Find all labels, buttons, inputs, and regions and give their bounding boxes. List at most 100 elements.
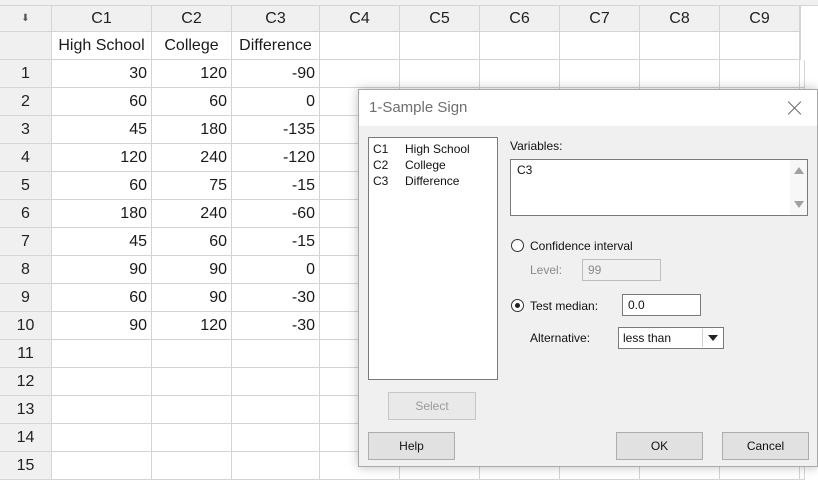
- data-cell[interactable]: [152, 340, 232, 368]
- data-cell[interactable]: [232, 424, 320, 452]
- column-name-cell[interactable]: [720, 32, 800, 60]
- data-cell[interactable]: 75: [152, 172, 232, 200]
- row-header[interactable]: 10: [0, 312, 52, 340]
- close-icon[interactable]: [787, 100, 803, 116]
- data-cell[interactable]: 60: [52, 284, 152, 312]
- row-header[interactable]: 2: [0, 88, 52, 116]
- cancel-button[interactable]: Cancel: [722, 432, 809, 460]
- column-name-cell[interactable]: College: [152, 32, 232, 60]
- data-cell[interactable]: 0: [232, 88, 320, 116]
- data-cell[interactable]: [52, 340, 152, 368]
- data-cell[interactable]: 90: [152, 256, 232, 284]
- column-name-cell[interactable]: [640, 32, 720, 60]
- column-header[interactable]: C7: [560, 6, 640, 32]
- row-header[interactable]: 13: [0, 396, 52, 424]
- data-cell[interactable]: 60: [52, 172, 152, 200]
- data-cell[interactable]: -15: [232, 228, 320, 256]
- data-cell[interactable]: 60: [152, 228, 232, 256]
- column-header[interactable]: C9: [720, 6, 800, 32]
- column-header[interactable]: C2: [152, 6, 232, 32]
- scroll-down-icon[interactable]: [794, 201, 804, 208]
- variable-list[interactable]: C1 High School C2 College C3 Difference: [368, 137, 498, 380]
- data-cell[interactable]: -120: [232, 144, 320, 172]
- data-cell[interactable]: [400, 60, 480, 88]
- data-cell[interactable]: 120: [52, 144, 152, 172]
- data-cell[interactable]: [720, 60, 800, 88]
- data-cell[interactable]: 60: [152, 88, 232, 116]
- data-cell[interactable]: -60: [232, 200, 320, 228]
- column-header[interactable]: C4: [320, 6, 400, 32]
- ok-button[interactable]: OK: [616, 432, 703, 460]
- column-name-cell[interactable]: High School: [52, 32, 152, 60]
- variable-list-item[interactable]: C1 High School: [369, 142, 497, 158]
- data-cell[interactable]: 180: [152, 116, 232, 144]
- data-cell[interactable]: 45: [52, 228, 152, 256]
- data-cell[interactable]: 120: [152, 60, 232, 88]
- row-header[interactable]: 14: [0, 424, 52, 452]
- data-cell[interactable]: 0: [232, 256, 320, 284]
- column-header-empty[interactable]: [800, 6, 801, 32]
- column-name-cell[interactable]: [400, 32, 480, 60]
- data-cell[interactable]: [232, 340, 320, 368]
- row-header[interactable]: 15: [0, 452, 52, 480]
- data-cell[interactable]: [800, 60, 805, 88]
- data-cell[interactable]: [52, 396, 152, 424]
- data-cell[interactable]: [480, 60, 560, 88]
- data-cell[interactable]: [232, 396, 320, 424]
- test-median-field[interactable]: 0.0: [622, 294, 701, 316]
- data-cell[interactable]: [152, 452, 232, 480]
- data-cell[interactable]: [52, 452, 152, 480]
- variable-list-item[interactable]: C3 Difference: [369, 174, 497, 190]
- variables-scrollbar[interactable]: [790, 160, 807, 215]
- row-header[interactable]: 8: [0, 256, 52, 284]
- data-cell[interactable]: [560, 60, 640, 88]
- alternative-select[interactable]: less than: [618, 327, 724, 349]
- row-header[interactable]: 4: [0, 144, 52, 172]
- data-cell[interactable]: [152, 424, 232, 452]
- data-cell[interactable]: 90: [52, 312, 152, 340]
- data-cell[interactable]: 90: [152, 284, 232, 312]
- data-cell[interactable]: 120: [152, 312, 232, 340]
- confidence-interval-radio[interactable]: [511, 239, 524, 252]
- data-cell[interactable]: -30: [232, 284, 320, 312]
- data-cell[interactable]: [152, 396, 232, 424]
- data-cell[interactable]: -135: [232, 116, 320, 144]
- data-cell[interactable]: [52, 424, 152, 452]
- test-median-radio[interactable]: [511, 299, 524, 312]
- column-header[interactable]: C3: [232, 6, 320, 32]
- column-header[interactable]: C8: [640, 6, 720, 32]
- data-cell[interactable]: 30: [52, 60, 152, 88]
- column-name-cell[interactable]: [320, 32, 400, 60]
- row-header[interactable]: 11: [0, 340, 52, 368]
- data-cell[interactable]: [232, 452, 320, 480]
- column-name-cell[interactable]: Difference: [232, 32, 320, 60]
- variable-list-item[interactable]: C2 College: [369, 158, 497, 174]
- data-cell[interactable]: -15: [232, 172, 320, 200]
- column-header[interactable]: C5: [400, 6, 480, 32]
- column-header[interactable]: C1: [52, 6, 152, 32]
- data-cell[interactable]: [232, 368, 320, 396]
- help-button[interactable]: Help: [368, 432, 455, 460]
- row-header[interactable]: 5: [0, 172, 52, 200]
- column-name-cell[interactable]: [480, 32, 560, 60]
- row-header[interactable]: 6: [0, 200, 52, 228]
- data-cell[interactable]: 60: [52, 88, 152, 116]
- scroll-up-icon[interactable]: [794, 167, 804, 174]
- data-cell[interactable]: 90: [52, 256, 152, 284]
- data-cell[interactable]: [52, 368, 152, 396]
- data-cell[interactable]: 240: [152, 200, 232, 228]
- column-name-cell[interactable]: [560, 32, 640, 60]
- data-cell[interactable]: 240: [152, 144, 232, 172]
- column-name-cell[interactable]: [800, 32, 801, 60]
- row-header[interactable]: 1: [0, 60, 52, 88]
- row-header[interactable]: 3: [0, 116, 52, 144]
- data-cell[interactable]: -90: [232, 60, 320, 88]
- data-cell[interactable]: [152, 368, 232, 396]
- data-cell[interactable]: [320, 60, 400, 88]
- data-cell[interactable]: -30: [232, 312, 320, 340]
- data-cell[interactable]: 180: [52, 200, 152, 228]
- sort-arrow-icon[interactable]: ⬇: [0, 6, 52, 32]
- variables-input[interactable]: C3: [510, 159, 808, 216]
- row-header[interactable]: 12: [0, 368, 52, 396]
- chevron-down-icon[interactable]: [702, 329, 722, 347]
